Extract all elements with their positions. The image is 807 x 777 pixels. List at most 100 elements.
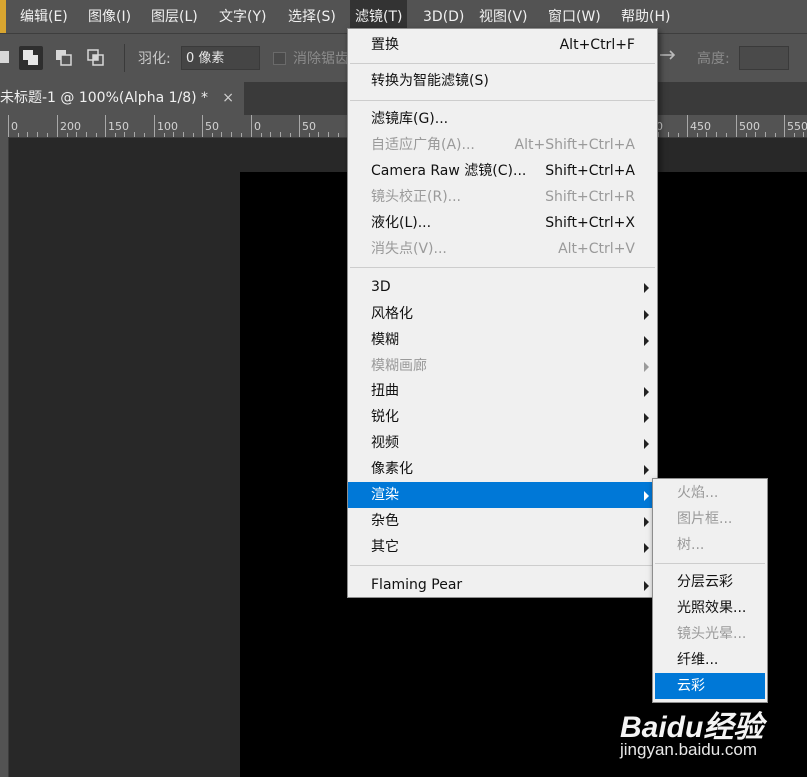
menu-separator: [350, 565, 655, 566]
menu-item-pixelate[interactable]: 像素化: [348, 456, 657, 482]
document-tab[interactable]: 未标题-1 @ 100%(Alpha 1/8) * ×: [0, 82, 244, 115]
ruler-minor-tick: [27, 132, 28, 137]
ruler-minor-tick: [746, 133, 747, 137]
height-label: 高度:: [697, 51, 730, 67]
menu-item-sharpen[interactable]: 锐化: [348, 404, 657, 430]
menu-item-distort[interactable]: 扭曲: [348, 378, 657, 404]
menu-item-filter-gallery[interactable]: 滤镜库(G)...: [348, 106, 657, 132]
menu-item-shortcut: Shift+Ctrl+X: [545, 215, 635, 231]
menu-edit[interactable]: 编辑(E): [20, 0, 68, 33]
ruler-major-tick: [105, 115, 106, 137]
intersect-selection-icon[interactable]: [84, 46, 108, 70]
ruler-label: 0: [254, 120, 261, 133]
submenu-arrow-icon: [644, 581, 649, 591]
menu-item-shortcut: Shift+Ctrl+A: [545, 163, 635, 179]
submenu-arrow-icon: [644, 413, 649, 423]
swap-arrows-icon[interactable]: [656, 46, 680, 70]
submenu-item-tree[interactable]: 树...: [655, 532, 765, 558]
submenu-item-fibers[interactable]: 纤维...: [655, 647, 765, 673]
submenu-item-lens-flare[interactable]: 镜头光晕...: [655, 621, 765, 647]
ruler-minor-tick: [668, 132, 669, 137]
menu-item-label: 其它: [371, 539, 399, 555]
menu-separator: [350, 100, 655, 101]
feather-label: 羽化:: [138, 51, 171, 67]
ruler-minor-tick: [18, 133, 19, 137]
menu-item-label: 转换为智能滤镜(S): [371, 73, 489, 89]
menu-item-stylize[interactable]: 风格化: [348, 301, 657, 327]
menu-item-render[interactable]: 渲染: [348, 482, 657, 508]
menu-layer[interactable]: 图层(L): [151, 0, 198, 33]
submenu-item-clouds[interactable]: 云彩: [655, 673, 765, 699]
height-input[interactable]: [739, 46, 789, 70]
ruler-major-tick: [251, 115, 252, 137]
ruler-minor-tick: [173, 132, 174, 137]
add-to-selection-icon[interactable]: [19, 46, 43, 70]
ruler-minor-tick: [803, 132, 804, 137]
menu-item-3d[interactable]: 3D: [348, 274, 657, 300]
ruler-minor-tick: [706, 132, 707, 137]
ruler-minor-tick: [134, 132, 135, 137]
ruler-minor-tick: [290, 133, 291, 137]
menu-select[interactable]: 选择(S): [288, 0, 336, 33]
submenu-item-label: 纤维...: [677, 652, 719, 668]
antialias-checkbox[interactable]: [273, 52, 286, 65]
menu-type[interactable]: 文字(Y): [219, 0, 266, 33]
menu-item-label: 视频: [371, 435, 399, 451]
menu-item-label: 液化(L)...: [371, 215, 432, 231]
menu-item-convert-smart-filter[interactable]: 转换为智能滤镜(S): [348, 68, 657, 94]
menu-item-blur[interactable]: 模糊: [348, 327, 657, 353]
menu-item-camera-raw[interactable]: Camera Raw 滤镜(C)... Shift+Ctrl+A: [348, 158, 657, 184]
submenu-arrow-icon: [644, 387, 649, 397]
menu-item-adaptive-wide-angle[interactable]: 自适应广角(A)... Alt+Shift+Ctrl+A: [348, 132, 657, 158]
submenu-item-difference-clouds[interactable]: 分层云彩: [655, 569, 765, 595]
ruler-major-tick: [8, 115, 9, 137]
close-icon[interactable]: ×: [222, 82, 234, 115]
menu-item-other[interactable]: 其它: [348, 534, 657, 560]
menu-item-shortcut: Alt+Shift+Ctrl+A: [514, 137, 635, 153]
menu-item-label: 杂色: [371, 513, 399, 529]
submenu-arrow-icon: [644, 310, 649, 320]
submenu-arrow-icon: [644, 362, 649, 372]
menu-item-blur-gallery[interactable]: 模糊画廊: [348, 353, 657, 379]
subtract-from-selection-icon[interactable]: [52, 46, 76, 70]
ruler-major-tick: [202, 115, 203, 137]
feather-input[interactable]: 0 像素: [181, 46, 260, 70]
submenu-item-flame[interactable]: 火焰...: [655, 480, 765, 506]
menu-separator: [350, 63, 655, 64]
ruler-minor-tick: [328, 132, 329, 137]
menu-item-video[interactable]: 视频: [348, 430, 657, 456]
ruler-label: 50: [302, 120, 316, 133]
ruler-minor-tick: [726, 133, 727, 137]
ruler-label: 550: [787, 120, 807, 133]
submenu-item-label: 云彩: [677, 678, 705, 694]
ruler-minor-tick: [338, 133, 339, 137]
menu-item-vanishing-point[interactable]: 消失点(V)... Alt+Ctrl+V: [348, 236, 657, 262]
submenu-item-label: 光照效果...: [677, 600, 747, 616]
watermark-url: jingyan.baidu.com: [620, 740, 758, 759]
menu-item-noise[interactable]: 杂色: [348, 508, 657, 534]
filter-menu: 置换 Alt+Ctrl+F 转换为智能滤镜(S) 滤镜库(G)... 自适应广角…: [347, 28, 658, 598]
submenu-item-picture-frame[interactable]: 图片框...: [655, 506, 765, 532]
submenu-item-label: 图片框...: [677, 511, 733, 527]
antialias-label: 消除锯齿: [293, 51, 349, 67]
menu-item-label: 置换: [371, 37, 399, 53]
ruler-label: 0: [11, 120, 18, 133]
ruler-minor-tick: [241, 133, 242, 137]
submenu-item-label: 镜头光晕...: [677, 626, 747, 642]
toolbar-separator: [124, 44, 125, 72]
menu-item-flaming-pear[interactable]: Flaming Pear: [348, 572, 657, 598]
menu-separator: [350, 267, 655, 268]
menu-item-liquify[interactable]: 液化(L)... Shift+Ctrl+X: [348, 210, 657, 236]
menu-item-displace[interactable]: 置换 Alt+Ctrl+F: [348, 32, 657, 58]
menu-item-lens-correction[interactable]: 镜头校正(R)... Shift+Ctrl+R: [348, 184, 657, 210]
menu-item-shortcut: Alt+Ctrl+F: [559, 37, 635, 53]
menu-item-label: Flaming Pear: [371, 577, 463, 593]
ruler-major-tick: [736, 115, 737, 137]
menu-image[interactable]: 图像(I): [88, 0, 131, 33]
submenu-item-lighting-effects[interactable]: 光照效果...: [655, 595, 765, 621]
ruler-minor-tick: [309, 133, 310, 137]
new-selection-icon[interactable]: [0, 46, 18, 70]
submenu-arrow-icon: [644, 336, 649, 346]
menu-separator: [655, 563, 765, 564]
ruler-minor-tick: [96, 133, 97, 137]
